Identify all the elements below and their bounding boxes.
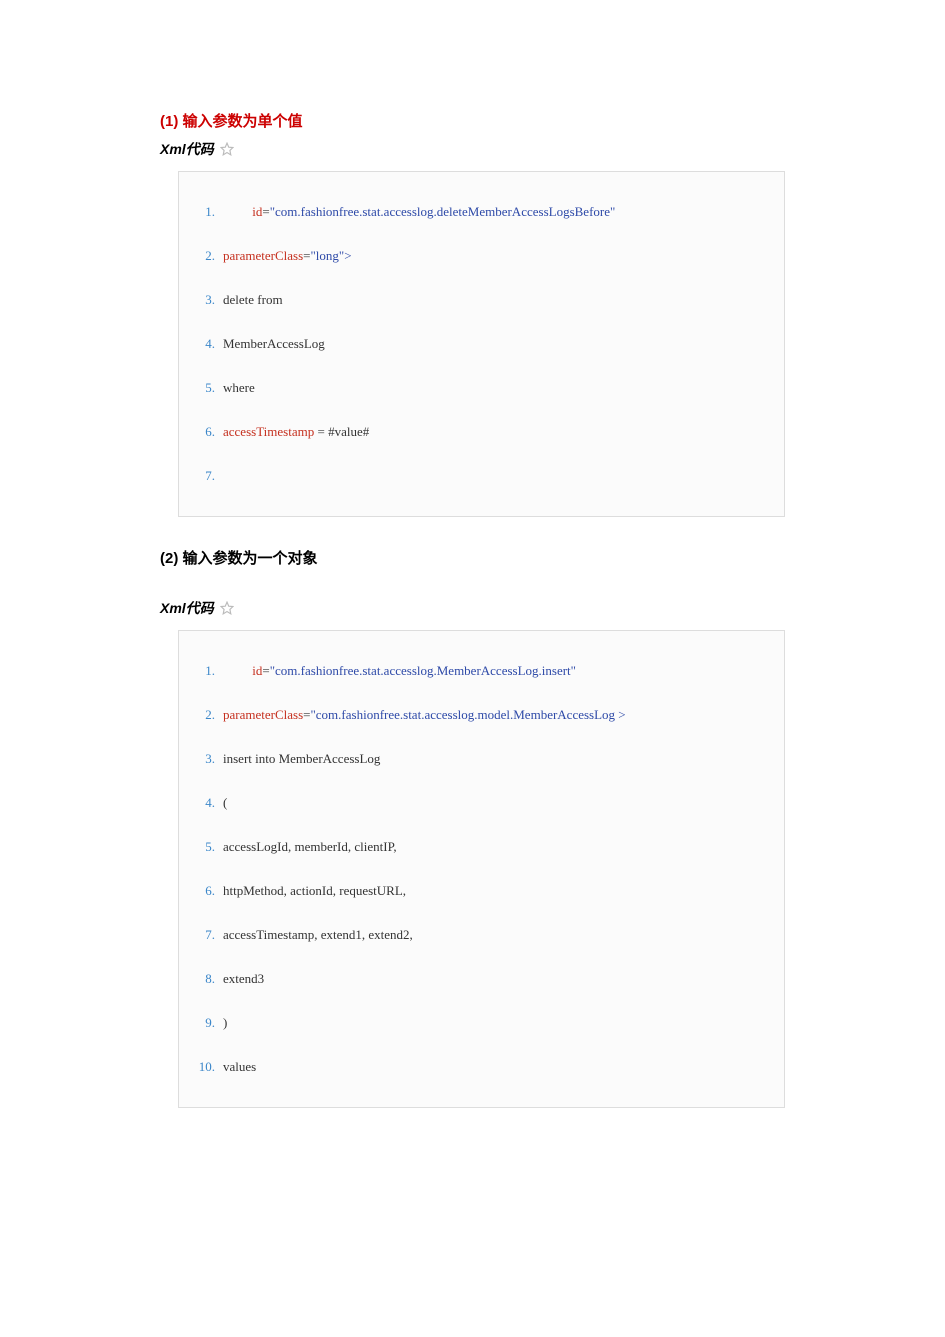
code-line: 7. bbox=[187, 454, 776, 498]
code-content: accessTimestamp, extend1, extend2, bbox=[215, 925, 413, 945]
xml-label-1: Xml代码 bbox=[160, 139, 214, 159]
section-2-title: (2) 输入参数为一个对象 bbox=[160, 547, 785, 568]
code-line: 2.parameterClass="long"> bbox=[187, 234, 776, 278]
code-token: values bbox=[223, 1059, 256, 1074]
code-token: ) bbox=[223, 1015, 227, 1030]
code-content: httpMethod, actionId, requestURL, bbox=[215, 881, 406, 901]
code-content: MemberAccessLog bbox=[215, 334, 325, 354]
code-token: > bbox=[344, 248, 351, 263]
code-token: insert into MemberAccessLog bbox=[223, 751, 380, 766]
code-token: = bbox=[262, 663, 269, 678]
code-token: where bbox=[223, 380, 255, 395]
code-token bbox=[223, 204, 252, 219]
code-content: id="com.fashionfree.stat.accesslog.delet… bbox=[215, 202, 615, 222]
code-token: MemberAccessLog bbox=[223, 336, 325, 351]
code-token: "com.fashionfree.stat.accesslog.deleteMe… bbox=[270, 204, 616, 219]
code-line: 1. id="com.fashionfree.stat.accesslog.de… bbox=[187, 190, 776, 234]
code-token: = bbox=[262, 204, 269, 219]
code-token bbox=[223, 663, 252, 678]
code-content: id="com.fashionfree.stat.accesslog.Membe… bbox=[215, 661, 576, 681]
code-content: where bbox=[215, 378, 255, 398]
code-token: delete from bbox=[223, 292, 283, 307]
code-line: 8. extend3 bbox=[187, 957, 776, 1001]
line-number: 2. bbox=[187, 246, 215, 266]
code-content: insert into MemberAccessLog bbox=[215, 749, 380, 769]
code-line: 3. delete from bbox=[187, 278, 776, 322]
code-token: id bbox=[252, 204, 262, 219]
code-token: accessTimestamp, extend1, extend2, bbox=[223, 927, 413, 942]
code-content: ( bbox=[215, 793, 227, 813]
code-content: ) bbox=[215, 1013, 227, 1033]
code-line: 10. values bbox=[187, 1045, 776, 1089]
code-line: 4. ( bbox=[187, 781, 776, 825]
line-number: 6. bbox=[187, 422, 215, 442]
code-token: "com.fashionfree.stat.accesslog.model.Me… bbox=[310, 707, 615, 722]
code-token: httpMethod, actionId, requestURL, bbox=[223, 883, 406, 898]
code-line: 7. accessTimestamp, extend1, extend2, bbox=[187, 913, 776, 957]
code-content: accessTimestamp = #value# bbox=[215, 422, 369, 442]
code-token: = #value# bbox=[314, 424, 369, 439]
code-content: values bbox=[215, 1057, 256, 1077]
code-content: accessLogId, memberId, clientIP, bbox=[215, 837, 397, 857]
code-line: 4. MemberAccessLog bbox=[187, 322, 776, 366]
code-content: delete from bbox=[215, 290, 283, 310]
line-number: 2. bbox=[187, 705, 215, 725]
line-number: 7. bbox=[187, 466, 215, 486]
code-line: 5. accessLogId, memberId, clientIP, bbox=[187, 825, 776, 869]
code-token: "com.fashionfree.stat.accesslog.MemberAc… bbox=[270, 663, 576, 678]
code-token: parameterClass bbox=[223, 707, 303, 722]
line-number: 3. bbox=[187, 749, 215, 769]
xml-label-row-2: Xml代码 bbox=[160, 598, 785, 618]
code-content: extend3 bbox=[215, 969, 264, 989]
code-token: parameterClass bbox=[223, 248, 303, 263]
line-number: 5. bbox=[187, 837, 215, 857]
line-number: 8. bbox=[187, 969, 215, 989]
code-line: 3. insert into MemberAccessLog bbox=[187, 737, 776, 781]
line-number: 1. bbox=[187, 661, 215, 681]
code-token: > bbox=[615, 707, 626, 722]
code-line: 1. id="com.fashionfree.stat.accesslog.Me… bbox=[187, 649, 776, 693]
code-token: ( bbox=[223, 795, 227, 810]
line-number: 6. bbox=[187, 881, 215, 901]
code-line: 6.accessTimestamp = #value# bbox=[187, 410, 776, 454]
code-block-2: 1. id="com.fashionfree.stat.accesslog.Me… bbox=[178, 630, 785, 1108]
line-number: 5. bbox=[187, 378, 215, 398]
section-1-title: (1) 输入参数为单个值 bbox=[160, 110, 785, 131]
xml-label-2: Xml代码 bbox=[160, 598, 214, 618]
code-token: extend3 bbox=[223, 971, 264, 986]
code-content: parameterClass="long"> bbox=[215, 246, 352, 266]
line-number: 10. bbox=[187, 1057, 215, 1077]
star-icon[interactable] bbox=[220, 601, 234, 615]
code-line: 9.) bbox=[187, 1001, 776, 1045]
line-number: 4. bbox=[187, 793, 215, 813]
code-content: parameterClass="com.fashionfree.stat.acc… bbox=[215, 705, 626, 725]
code-line: 6. httpMethod, actionId, requestURL, bbox=[187, 869, 776, 913]
code-line: 2.parameterClass="com.fashionfree.stat.a… bbox=[187, 693, 776, 737]
code-line: 5. where bbox=[187, 366, 776, 410]
star-icon[interactable] bbox=[220, 142, 234, 156]
line-number: 4. bbox=[187, 334, 215, 354]
xml-label-row-1: Xml代码 bbox=[160, 139, 785, 159]
line-number: 7. bbox=[187, 925, 215, 945]
code-token: "long" bbox=[310, 248, 344, 263]
code-token: accessLogId, memberId, clientIP, bbox=[223, 839, 397, 854]
code-token: accessTimestamp bbox=[223, 424, 314, 439]
line-number: 9. bbox=[187, 1013, 215, 1033]
line-number: 3. bbox=[187, 290, 215, 310]
code-token: id bbox=[252, 663, 262, 678]
code-block-1: 1. id="com.fashionfree.stat.accesslog.de… bbox=[178, 171, 785, 517]
line-number: 1. bbox=[187, 202, 215, 222]
